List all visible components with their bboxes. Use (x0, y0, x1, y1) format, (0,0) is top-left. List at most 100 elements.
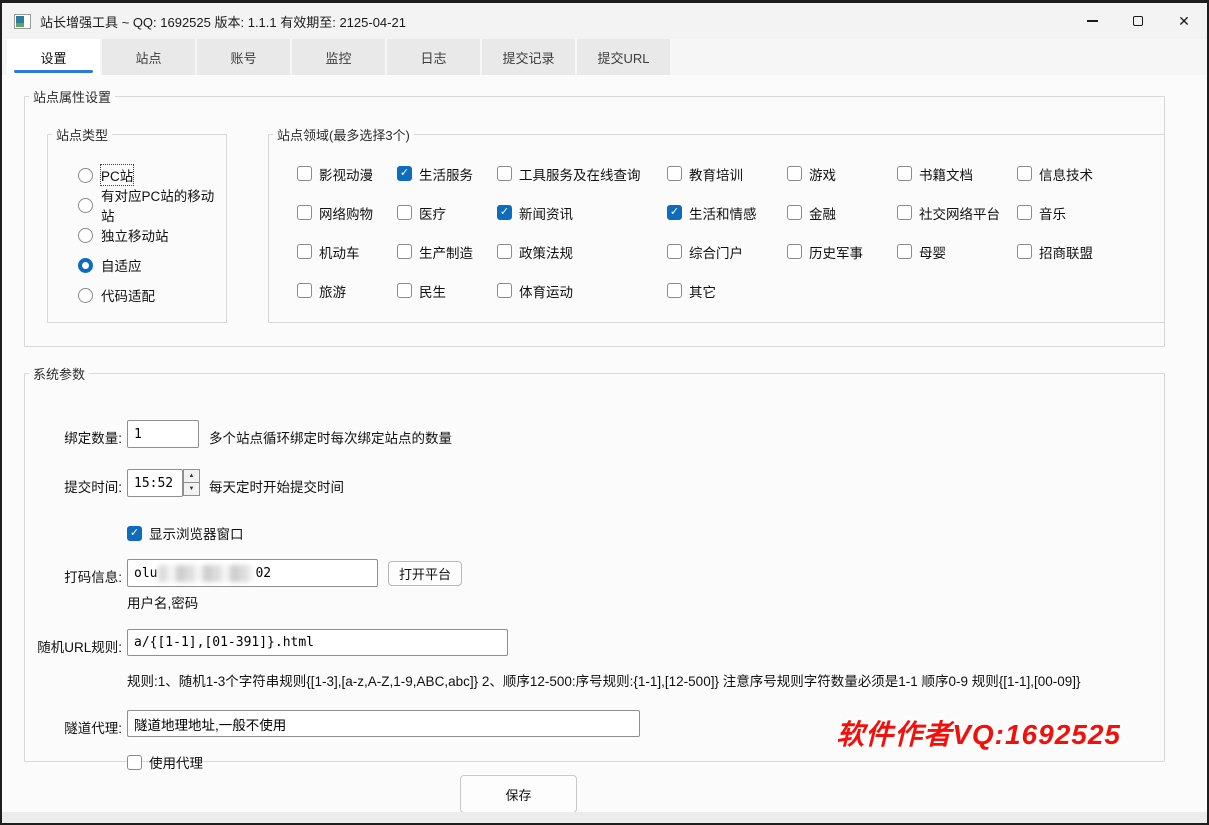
domain-checkbox-option[interactable]: 历史军事 (787, 232, 897, 271)
minimize-button[interactable] (1069, 3, 1115, 39)
domain-checkbox-option[interactable]: 工具服务及在线查询 (497, 154, 667, 193)
captcha-input[interactable]: olu02 (127, 559, 378, 587)
tab-站点[interactable]: 站点 (102, 39, 195, 75)
tab-bar: 设置 站点账号 监控 日志 提交记录 提交URL (2, 39, 1207, 75)
site-domain-grid: 影视动漫生活服务 工具服务及在线查询 教育培训 游戏 书籍文档 信息技术网络购物 医疗 新闻资… (297, 154, 1164, 310)
domain-option-label: 音乐 (1039, 203, 1066, 223)
show-browser-label: 显示浏览器窗口 (149, 523, 244, 543)
domain-checkbox-option[interactable]: 招商联盟 (1017, 232, 1164, 271)
domain-checkbox-option[interactable]: 体育运动 (497, 271, 667, 310)
bind-count-value: 1 (134, 427, 142, 442)
domain-checkbox-option[interactable]: 游戏 (787, 154, 897, 193)
checkbox-icon (397, 166, 412, 181)
domain-checkbox-option[interactable]: 社交网络平台 (897, 193, 1017, 232)
domain-checkbox-option[interactable]: 医疗 (397, 193, 497, 232)
tab-label: 提交URL (597, 48, 649, 67)
tab-设置[interactable]: 设置 (7, 39, 100, 75)
domain-checkbox-option[interactable]: 旅游 (297, 271, 397, 310)
domain-option-label: 体育运动 (519, 281, 573, 301)
domain-option-label: 其它 (689, 281, 716, 301)
domain-option-label: 生产制造 (419, 242, 473, 262)
proxy-input[interactable]: 隧道地理地址,一般不使用 (127, 710, 640, 737)
tab-label: 提交记录 (502, 48, 554, 67)
use-proxy-checkbox[interactable]: 使用代理 (127, 752, 203, 772)
random-url-value: a/{[1-1],[01-391]}.html (134, 635, 314, 650)
tab-监控[interactable]: 监控 (292, 39, 385, 75)
use-proxy-label: 使用代理 (149, 752, 203, 772)
open-platform-button[interactable]: 打开平台 (388, 561, 462, 586)
tab-提交记录[interactable]: 提交记录 (482, 39, 575, 75)
radio-icon (78, 288, 93, 303)
domain-checkbox-option[interactable]: 新闻资讯 (497, 193, 667, 232)
domain-checkbox-option[interactable]: 生活服务 (397, 154, 497, 193)
domain-option-label: 新闻资讯 (519, 203, 573, 223)
bind-count-input[interactable]: 1 (127, 420, 199, 448)
domain-checkbox-option[interactable]: 政策法规 (497, 232, 667, 271)
domain-checkbox-option[interactable]: 教育培训 (667, 154, 787, 193)
tab-label: 设置 (40, 48, 66, 67)
domain-checkbox-option[interactable]: 网络购物 (297, 193, 397, 232)
spin-down-button[interactable]: ▼ (183, 483, 200, 496)
domain-checkbox-option[interactable]: 生活和情感 (667, 193, 787, 232)
checkbox-icon (297, 166, 312, 181)
proxy-value: 隧道地理地址,一般不使用 (134, 714, 286, 734)
domain-checkbox-option[interactable]: 机动车 (297, 232, 397, 271)
domain-option-label: 网络购物 (319, 203, 373, 223)
domain-option-label: 政策法规 (519, 242, 573, 262)
radio-option[interactable]: 自适应 (78, 250, 226, 280)
radio-option[interactable]: 代码适配 (78, 280, 226, 310)
submit-time-input[interactable]: 15:52 (127, 469, 183, 497)
domain-checkbox-option[interactable]: 影视动漫 (297, 154, 397, 193)
domain-option-label: 旅游 (319, 281, 346, 301)
random-url-input[interactable]: a/{[1-1],[01-391]}.html (127, 629, 508, 656)
spin-up-button[interactable]: ▲ (183, 469, 200, 483)
spin-up-icon: ▲ (189, 473, 195, 479)
checkbox-icon (397, 283, 412, 298)
show-browser-checkbox[interactable]: 显示浏览器窗口 (127, 523, 244, 543)
submit-time-label: 提交时间: (25, 476, 122, 496)
tab-提交URL[interactable]: 提交URL (577, 39, 670, 75)
domain-option-label: 书籍文档 (919, 164, 973, 184)
domain-checkbox-option[interactable]: 金融 (787, 193, 897, 232)
watermark-text: 软件作者VQ:1692525 (836, 713, 1121, 753)
tab-日志[interactable]: 日志 (387, 39, 480, 75)
checkbox-icon (897, 205, 912, 220)
radio-icon (78, 258, 93, 273)
maximize-button[interactable] (1115, 3, 1161, 39)
close-button[interactable]: ✕ (1161, 3, 1207, 39)
bind-count-label: 绑定数量: (25, 427, 122, 447)
window-bottom-strip (2, 812, 1207, 823)
domain-option-label: 医疗 (419, 203, 446, 223)
domain-option-label: 金融 (809, 203, 836, 223)
domain-checkbox-option[interactable]: 书籍文档 (897, 154, 1017, 193)
save-button[interactable]: 保存 (460, 775, 577, 813)
domain-checkbox-option[interactable]: 信息技术 (1017, 154, 1164, 193)
random-url-rule-hint: 规则:1、随机1-3个字符串规则{[1-3],[a-z,A-Z,1-9,ABC,… (127, 670, 1081, 690)
domain-option-label: 工具服务及在线查询 (519, 164, 641, 184)
tab-账号[interactable]: 账号 (197, 39, 290, 75)
checkbox-icon (397, 244, 412, 259)
group-site-properties-title: 站点属性设置 (29, 87, 115, 106)
proxy-label: 隧道代理: (25, 717, 122, 737)
spin-down-icon: ▼ (189, 486, 195, 492)
tab-label: 监控 (325, 48, 351, 67)
domain-checkbox-option[interactable]: 音乐 (1017, 193, 1164, 232)
domain-checkbox-option[interactable]: 其它 (667, 271, 787, 310)
domain-checkbox-option[interactable]: 生产制造 (397, 232, 497, 271)
domain-checkbox-option[interactable]: 民生 (397, 271, 497, 310)
maximize-icon (1133, 16, 1143, 26)
random-url-label: 随机URL规则: (25, 636, 122, 656)
domain-option-label: 游戏 (809, 164, 836, 184)
radio-option[interactable]: 有对应PC站的移动站 (78, 190, 226, 220)
group-site-domain: 站点领域(最多选择3个) 影视动漫生活服务工具服务及在线查询教育培训游戏书籍文档… (268, 125, 1165, 323)
checkbox-icon (787, 205, 802, 220)
domain-checkbox-option[interactable]: 综合门户 (667, 232, 787, 271)
domain-checkbox-option[interactable]: 母婴 (897, 232, 1017, 271)
domain-option-label: 历史军事 (809, 242, 863, 262)
checkbox-icon (297, 205, 312, 220)
checkbox-icon (667, 283, 682, 298)
domain-option-label: 信息技术 (1039, 164, 1093, 184)
checkbox-icon (497, 166, 512, 181)
checkbox-icon (897, 166, 912, 181)
checkbox-icon (1017, 244, 1032, 259)
